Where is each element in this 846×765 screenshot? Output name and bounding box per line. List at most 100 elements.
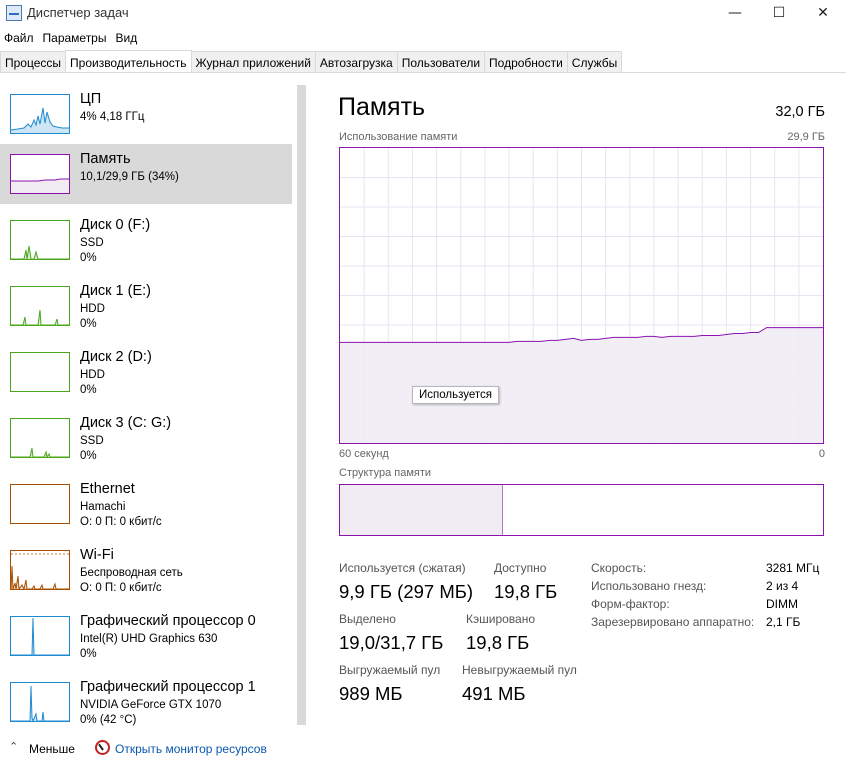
menu-file[interactable]: Файл	[0, 28, 39, 48]
memory-structure-label: Структура памяти	[339, 467, 432, 479]
sidebar-item-detail: 4% 4,18 ГГц	[80, 111, 145, 123]
memory-thumbnail-graph	[10, 154, 70, 194]
sidebar-item-throughput: О: 0 П: 0 кбит/с	[80, 516, 162, 528]
memory-structure-bar	[339, 484, 824, 536]
sidebar-item-gpu0[interactable]: Графический процессор 0 Intel(R) UHD Gra…	[0, 606, 292, 666]
paged-pool-label: Выгружаемый пул	[339, 663, 441, 677]
sidebar-item-type: HDD	[80, 369, 105, 381]
tab-strip: Процессы Производительность Журнал прило…	[0, 50, 846, 73]
hardware-reserved-label: Зарезервировано аппаратно:	[591, 615, 755, 629]
speed-label: Скорость:	[591, 561, 647, 575]
sidebar-item-title: ЦП	[80, 91, 102, 107]
task-manager-icon	[6, 5, 22, 21]
sidebar-item-usage: 0%	[80, 318, 97, 330]
tab-details[interactable]: Подробности	[484, 51, 568, 72]
sidebar-item-title: Графический процессор 0	[80, 613, 256, 629]
sidebar-item-type: SSD	[80, 237, 104, 249]
title-bar: Диспетчер задач — ☐ ✕	[0, 0, 846, 26]
committed-label: Выделено	[339, 612, 396, 626]
sidebar-item-gpu1[interactable]: Графический процессор 1 NVIDIA GeForce G…	[0, 672, 292, 732]
sidebar-item-usage: 0%	[80, 384, 97, 396]
sidebar-scrollbar[interactable]	[297, 85, 306, 725]
fewer-details-button[interactable]: Меньше	[29, 742, 75, 756]
usage-graph-max: 29,9 ГБ	[787, 131, 825, 143]
disk2-thumbnail-graph	[10, 352, 70, 392]
available-label: Доступно	[494, 561, 547, 575]
sidebar-item-adapter: Hamachi	[80, 501, 126, 513]
x-axis-right-label: 0	[818, 448, 825, 460]
sidebar-item-throughput: О: 0 П: 0 кбит/с	[80, 582, 162, 594]
sidebar-item-title: Wi-Fi	[80, 547, 114, 563]
menu-bar: Файл Параметры Вид	[0, 28, 142, 48]
tab-processes[interactable]: Процессы	[0, 51, 67, 72]
cpu-thumbnail-graph	[10, 94, 70, 134]
sidebar-item-adapter: Беспроводная сеть	[80, 567, 183, 579]
memory-structure-used	[340, 485, 503, 535]
nonpaged-pool-value: 491 МБ	[462, 683, 526, 704]
close-button[interactable]: ✕	[800, 0, 846, 26]
resource-sidebar: ЦП 4% 4,18 ГГц Память 10,1/29,9 ГБ (34%)…	[0, 84, 292, 730]
sidebar-item-type: HDD	[80, 303, 105, 315]
sidebar-item-usage: 0%	[80, 252, 97, 264]
cached-value: 19,8 ГБ	[466, 632, 530, 653]
tab-users[interactable]: Пользователи	[396, 51, 486, 72]
sidebar-item-title: Диск 1 (E:)	[80, 283, 151, 299]
disk0-thumbnail-graph	[10, 220, 70, 260]
total-memory: 32,0 ГБ	[775, 104, 825, 120]
gpu0-thumbnail-graph	[10, 616, 70, 656]
sidebar-item-ethernet[interactable]: Ethernet Hamachi О: 0 П: 0 кбит/с	[0, 474, 292, 534]
sidebar-item-model: NVIDIA GeForce GTX 1070	[80, 699, 222, 711]
slots-used-label: Использовано гнезд:	[591, 579, 707, 593]
sidebar-item-cpu[interactable]: ЦП 4% 4,18 ГГц	[0, 84, 292, 144]
sidebar-item-disk0[interactable]: Диск 0 (F:) SSD 0%	[0, 210, 292, 270]
form-factor-value: DIMM	[766, 597, 798, 611]
sidebar-item-usage: 0%	[80, 450, 97, 462]
sidebar-item-memory[interactable]: Память 10,1/29,9 ГБ (34%)	[0, 144, 292, 204]
tab-performance[interactable]: Производительность	[65, 50, 192, 72]
sidebar-item-model: Intel(R) UHD Graphics 630	[80, 633, 218, 645]
page-title: Память	[338, 93, 426, 121]
sidebar-item-detail: 10,1/29,9 ГБ (34%)	[80, 171, 179, 183]
hardware-reserved-value: 2,1 ГБ	[766, 615, 801, 629]
sidebar-item-usage: 0%	[80, 648, 97, 660]
sidebar-item-title: Диск 3 (C: G:)	[80, 415, 172, 431]
minimize-button[interactable]: —	[712, 0, 758, 26]
wifi-thumbnail-graph	[10, 550, 70, 590]
disk3-thumbnail-graph	[10, 418, 70, 458]
in-use-value: 9,9 ГБ (297 МБ)	[339, 581, 474, 602]
cached-label: Кэшировано	[466, 612, 536, 626]
ethernet-thumbnail-graph	[10, 484, 70, 524]
tab-startup[interactable]: Автозагрузка	[314, 51, 398, 72]
in-use-label: Используется (сжатая)	[339, 561, 466, 575]
sidebar-item-disk2[interactable]: Диск 2 (D:) HDD 0%	[0, 342, 292, 402]
sidebar-item-title: Память	[80, 151, 131, 167]
open-resource-monitor-link[interactable]: Открыть монитор ресурсов	[115, 742, 267, 756]
x-axis-left-label: 60 секунд	[339, 448, 389, 460]
sidebar-item-wifi[interactable]: Wi-Fi Беспроводная сеть О: 0 П: 0 кбит/с	[0, 540, 292, 600]
sidebar-item-type: SSD	[80, 435, 104, 447]
gpu1-thumbnail-graph	[10, 682, 70, 722]
paged-pool-value: 989 МБ	[339, 683, 403, 704]
sidebar-item-title: Диск 2 (D:)	[80, 349, 152, 365]
form-factor-label: Форм-фактор:	[591, 597, 670, 611]
sidebar-item-title: Диск 0 (F:)	[80, 217, 151, 233]
speed-value: 3281 МГц	[766, 561, 820, 575]
sidebar-item-title: Графический процессор 1	[80, 679, 256, 695]
graph-tooltip: Используется	[412, 386, 499, 404]
sidebar-item-disk1[interactable]: Диск 1 (E:) HDD 0%	[0, 276, 292, 336]
sidebar-item-title: Ethernet	[80, 481, 135, 497]
slots-used-value: 2 из 4	[766, 579, 799, 593]
resource-monitor-icon	[95, 740, 110, 755]
nonpaged-pool-label: Невыгружаемый пул	[462, 663, 577, 677]
footer-bar: ⌃ Меньше Открыть монитор ресурсов	[0, 738, 846, 760]
committed-value: 19,0/31,7 ГБ	[339, 632, 444, 653]
maximize-button[interactable]: ☐	[756, 0, 802, 26]
chevron-up-icon[interactable]: ⌃	[9, 740, 18, 753]
menu-view[interactable]: Вид	[111, 28, 142, 48]
usage-graph-label: Использование памяти	[339, 131, 458, 143]
menu-options[interactable]: Параметры	[39, 28, 112, 48]
window-title: Диспетчер задач	[27, 5, 129, 20]
tab-app-history[interactable]: Журнал приложений	[190, 51, 316, 72]
tab-services[interactable]: Службы	[566, 51, 623, 72]
sidebar-item-disk3[interactable]: Диск 3 (C: G:) SSD 0%	[0, 408, 292, 468]
